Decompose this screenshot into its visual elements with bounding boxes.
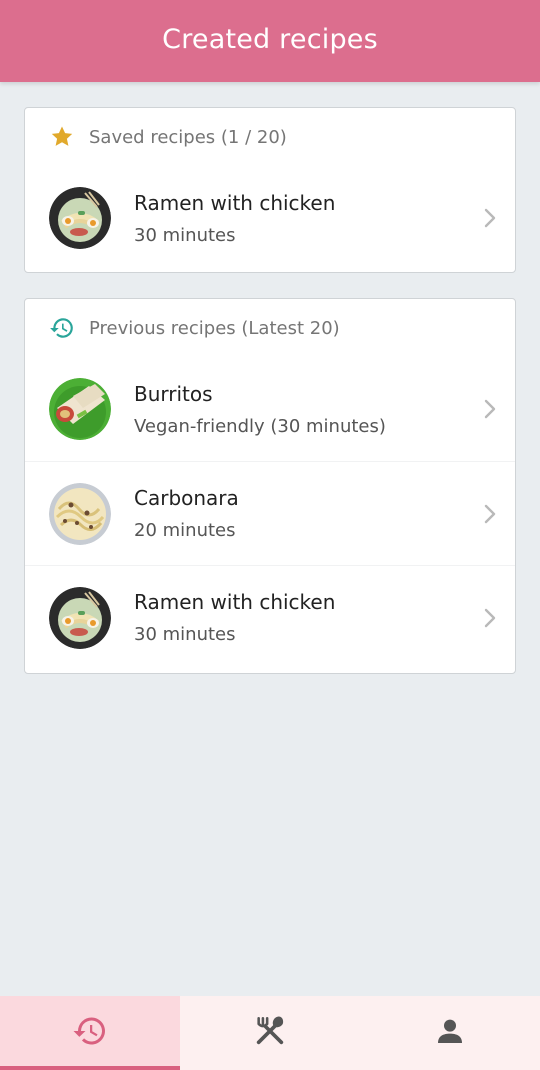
person-icon xyxy=(434,1015,466,1051)
history-icon xyxy=(49,315,75,341)
saved-recipes-header: Saved recipes (1 / 20) xyxy=(25,108,515,166)
recipe-subtitle: 20 minutes xyxy=(134,520,236,541)
recipe-subtitle: Vegan-friendly (30 minutes) xyxy=(134,415,386,437)
ramen-thumbnail xyxy=(49,586,111,649)
page-title: Created recipes xyxy=(162,23,378,55)
bottom-navigation xyxy=(0,996,540,1070)
chevron-right-icon xyxy=(484,608,496,627)
app-header: Created recipes xyxy=(0,0,540,82)
nav-tab-recipes[interactable] xyxy=(180,996,360,1070)
ramen-thumbnail xyxy=(49,187,111,249)
chevron-right-icon xyxy=(484,208,496,228)
list-item-carbonara[interactable]: Carbonara 20 minutes xyxy=(25,461,515,565)
chevron-right-icon xyxy=(484,504,496,523)
previous-recipes-header: Previous recipes (Latest 20) xyxy=(25,299,515,357)
previous-recipes-card: Previous recipes (Latest 20) Burritos Ve… xyxy=(24,298,516,674)
burrito-thumbnail xyxy=(49,378,111,440)
list-item-burritos[interactable]: Burritos Vegan-friendly (30 minutes) xyxy=(25,357,515,461)
recipe-subtitle: 30 minutes xyxy=(134,224,236,246)
previous-recipes-heading: Previous recipes (Latest 20) xyxy=(89,317,340,339)
nav-tab-history[interactable] xyxy=(0,996,180,1070)
chevron-right-icon xyxy=(484,399,496,419)
carbonara-thumbnail xyxy=(49,482,111,545)
saved-recipes-card: Saved recipes (1 / 20) Ramen with chicke… xyxy=(24,107,516,273)
fork-knife-icon xyxy=(253,1014,287,1052)
history-icon xyxy=(72,1013,108,1053)
saved-recipes-heading: Saved recipes (1 / 20) xyxy=(89,126,287,148)
star-icon xyxy=(49,124,75,150)
nav-tab-profile[interactable] xyxy=(360,996,540,1070)
recipe-title: Ramen with chicken xyxy=(134,190,336,215)
recipe-title: Carbonara xyxy=(134,486,239,510)
recipe-title: Ramen with chicken xyxy=(134,590,336,614)
list-item-saved-ramen[interactable]: Ramen with chicken 30 minutes xyxy=(25,166,515,270)
recipe-title: Burritos xyxy=(134,381,213,406)
list-item-ramen[interactable]: Ramen with chicken 30 minutes xyxy=(25,565,515,669)
recipe-subtitle: 30 minutes xyxy=(134,624,236,645)
